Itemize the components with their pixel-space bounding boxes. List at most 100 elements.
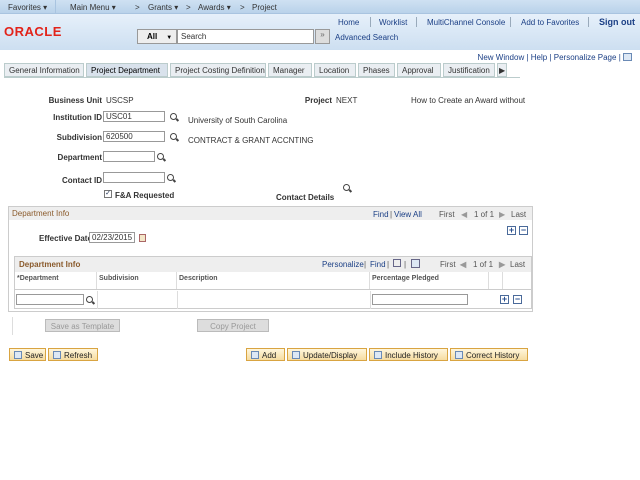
prev-icon[interactable]: ◀: [461, 210, 467, 219]
tab-general-information[interactable]: General Information: [4, 63, 84, 77]
find-link[interactable]: Find: [373, 210, 389, 219]
column-header-department[interactable]: *Department: [15, 272, 97, 289]
include-history-button[interactable]: Include History: [369, 348, 448, 361]
add-row-button[interactable]: +: [500, 295, 509, 304]
fa-requested-label: F&A Requested: [115, 191, 175, 200]
next-icon[interactable]: ▶: [499, 210, 505, 219]
last-link[interactable]: Last: [510, 260, 525, 269]
calendar-icon[interactable]: [139, 234, 146, 242]
view-all-link[interactable]: View All: [394, 210, 422, 219]
subdivision-description: CONTRACT & GRANT ACCNTING: [188, 136, 314, 145]
next-icon[interactable]: ▶: [499, 260, 505, 269]
history-icon: [374, 351, 382, 359]
lookup-icon[interactable]: [170, 113, 179, 122]
grid-header: Department Info Personalize | Find | | F…: [15, 257, 531, 272]
sign-out-link[interactable]: Sign out: [599, 17, 635, 27]
fa-requested-checkbox[interactable]: ✓: [104, 190, 112, 198]
search-scope-select[interactable]: All ▼: [137, 29, 177, 44]
personalize-link[interactable]: Personalize: [322, 260, 364, 269]
subdivision-input[interactable]: 620500: [103, 131, 165, 142]
breadcrumb-sep: >: [186, 3, 191, 12]
multichannel-console-link[interactable]: MultiChannel Console: [427, 18, 505, 27]
help-link[interactable]: Help: [531, 53, 547, 62]
contact-id-input[interactable]: [103, 172, 165, 183]
worklist-link[interactable]: Worklist: [379, 18, 407, 27]
tab-justification[interactable]: Justification: [443, 63, 495, 77]
row-count: 1 of 1: [474, 210, 495, 219]
copy-project-button[interactable]: Copy Project: [197, 319, 269, 332]
main-menu[interactable]: Main Menu ▾: [70, 3, 116, 12]
advanced-search-link[interactable]: Advanced Search: [335, 33, 398, 42]
effective-date-input[interactable]: 02/23/2015: [89, 232, 135, 243]
first-link[interactable]: First: [440, 260, 456, 269]
business-unit-label: Business Unit: [48, 96, 102, 105]
breadcrumb-sep: >: [240, 3, 245, 12]
pencil-icon: [292, 351, 300, 359]
lookup-icon[interactable]: [157, 153, 166, 162]
breadcrumb-sep: >: [135, 3, 140, 12]
refresh-icon: [53, 351, 61, 359]
update-display-button[interactable]: Update/Display: [287, 348, 367, 361]
search-go-button[interactable]: »: [315, 29, 330, 44]
top-navigation-bar: Favorites ▾ Main Menu ▾ > Grants ▾ > Awa…: [0, 0, 640, 14]
favorites-menu[interactable]: Favorites ▾: [8, 3, 47, 12]
tab-manager[interactable]: Manager: [268, 63, 312, 77]
grid-icon[interactable]: [623, 53, 632, 61]
department-info-group: Department Info Find | View All First ◀ …: [8, 206, 533, 312]
add-button[interactable]: Add: [246, 348, 285, 361]
institution-id-input[interactable]: USC01: [103, 111, 165, 122]
correct-history-button[interactable]: Correct History: [450, 348, 528, 361]
lookup-icon[interactable]: [167, 174, 176, 183]
first-link[interactable]: First: [439, 210, 455, 219]
last-link[interactable]: Last: [511, 210, 526, 219]
tab-project-costing-definition[interactable]: Project Costing Definition: [170, 63, 266, 77]
row-department-input[interactable]: [16, 294, 84, 305]
find-link[interactable]: Find: [370, 260, 386, 269]
breadcrumb-awards[interactable]: Awards ▾: [198, 3, 231, 12]
percentage-pledged-input[interactable]: [372, 294, 468, 305]
add-to-favorites-link[interactable]: Add to Favorites: [521, 18, 579, 27]
download-excel-icon[interactable]: [411, 259, 420, 268]
row-count: 1 of 1: [473, 260, 494, 269]
save-as-template-button[interactable]: Save as Template: [45, 319, 120, 332]
subdivision-label: Subdivision: [56, 133, 102, 142]
grid-column-headers: *Department Subdivision Description Perc…: [15, 272, 531, 290]
tab-approval[interactable]: Approval: [397, 63, 441, 77]
table-row: + −: [15, 291, 531, 309]
add-row-button[interactable]: +: [507, 226, 516, 235]
delete-row-button[interactable]: −: [519, 226, 528, 235]
save-icon: [14, 351, 22, 359]
search-input[interactable]: Search: [177, 29, 314, 44]
contact-details-label: Contact Details: [276, 193, 335, 202]
project-value: NEXT: [336, 96, 358, 105]
department-info-header: Department Info Find | View All First ◀ …: [9, 207, 532, 220]
business-unit-value: USCSP: [106, 96, 134, 105]
lookup-icon[interactable]: [170, 133, 179, 142]
contact-details-lookup-icon[interactable]: [343, 184, 352, 193]
save-button[interactable]: Save: [9, 348, 46, 361]
new-window-link[interactable]: New Window: [478, 53, 525, 62]
column-header-subdivision[interactable]: Subdivision: [97, 272, 177, 289]
prev-icon[interactable]: ◀: [460, 260, 466, 269]
breadcrumb-grants[interactable]: Grants ▾: [148, 3, 178, 12]
lookup-icon[interactable]: [86, 296, 95, 305]
tab-location[interactable]: Location: [314, 63, 356, 77]
delete-row-button[interactable]: −: [513, 295, 522, 304]
zoom-grid-icon[interactable]: [393, 259, 401, 267]
breadcrumb-project[interactable]: Project: [252, 3, 277, 12]
tab-project-department[interactable]: Project Department: [86, 63, 168, 77]
more-tabs-arrow-icon[interactable]: ▶: [497, 63, 507, 77]
department-info-grid: Department Info Personalize | Find | | F…: [14, 256, 532, 309]
department-label: Department: [57, 153, 102, 162]
contact-id-label: Contact ID: [62, 176, 102, 185]
department-input[interactable]: [103, 151, 155, 162]
personalize-page-link[interactable]: Personalize Page: [554, 53, 617, 62]
effective-date-label: Effective Date: [39, 234, 92, 243]
project-label: Project: [304, 96, 332, 105]
column-header-percentage-pledged[interactable]: Percentage Pledged: [370, 272, 489, 289]
column-header-description[interactable]: Description: [177, 272, 370, 289]
refresh-button[interactable]: Refresh: [48, 348, 98, 361]
oracle-logo: ORACLE: [4, 24, 62, 39]
tab-phases[interactable]: Phases: [358, 63, 395, 77]
home-link[interactable]: Home: [338, 18, 359, 27]
